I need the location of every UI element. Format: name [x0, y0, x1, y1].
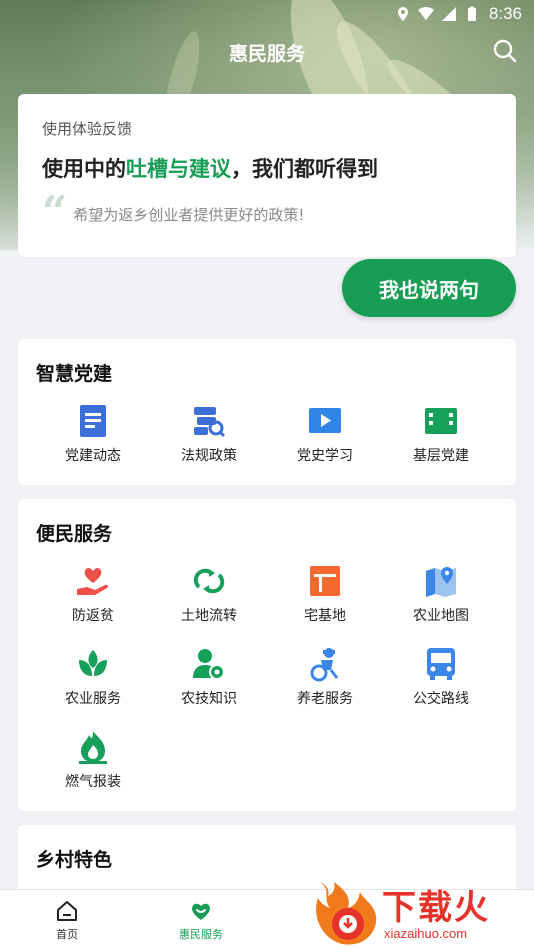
feedback-quote-text: 希望为返乡创业者提供更好的政策!: [73, 205, 305, 224]
signal-icon: [441, 7, 456, 21]
heart-service-icon: [192, 903, 210, 920]
tab-home[interactable]: 首页: [0, 890, 134, 950]
item-label: 养老服务: [297, 691, 353, 707]
feedback-quote: “ 希望为返乡创业者提供更好的政策!: [42, 187, 492, 238]
item-label: 农业服务: [65, 691, 121, 707]
quote-mark-icon: “: [42, 187, 68, 238]
sprout-icon: [79, 650, 107, 676]
headline-highlight: 吐槽与建议: [126, 157, 231, 181]
item-label: 党建动态: [65, 448, 121, 464]
building-icon: [425, 408, 457, 434]
item-label: 宅基地: [304, 608, 346, 624]
anti-poverty-item[interactable]: 防返贫: [35, 563, 151, 635]
agri-map-item[interactable]: 农业地图: [383, 563, 499, 635]
page-title: 惠民服务: [228, 42, 305, 65]
section-title-services: 便民服务: [36, 523, 113, 545]
party-building-section: 智慧党建 党建动态 法规政策 党史学习 基层党建: [18, 339, 516, 485]
elderly-icon: [310, 648, 339, 682]
watermark-url: xiazaihuo.com: [384, 926, 468, 941]
convenience-services-section: 便民服务 防返贫 土地流转 宅基地 农业地图 农业服务 农技知识 养老服务 公交…: [18, 499, 516, 811]
item-label: 公交路线: [413, 691, 469, 707]
headline-post: ，我们都听得到: [231, 157, 378, 181]
gas-install-item[interactable]: 燃气报装: [35, 729, 151, 801]
speak-button[interactable]: 我也说两句: [342, 259, 516, 317]
home-icon: [57, 901, 77, 921]
feedback-small-title: 使用体验反馈: [42, 120, 133, 138]
heart-hand-icon: [77, 567, 109, 595]
grassroots-party-item[interactable]: 基层党建: [383, 403, 499, 475]
status-time: 8:36: [488, 4, 522, 23]
law-search-icon: [194, 407, 226, 438]
transfer-icon: [193, 568, 225, 594]
video-play-icon: [309, 408, 341, 433]
item-label: 党史学习: [297, 448, 353, 464]
flame-logo-icon: [316, 882, 377, 945]
item-label: 法规政策: [181, 448, 237, 464]
bus-icon: [427, 648, 455, 680]
watermark-logo: 下载火 xiazaihuo.com: [312, 878, 534, 950]
headline-pre: 使用中的: [42, 157, 126, 181]
map-pin-icon: [426, 567, 456, 597]
feedback-headline: 使用中的吐槽与建议，我们都听得到: [42, 153, 492, 183]
gas-flame-icon: [79, 731, 107, 764]
section-title-party: 智慧党建: [36, 363, 113, 385]
status-bar: 8:36: [0, 0, 534, 28]
party-news-item[interactable]: 党建动态: [35, 403, 151, 475]
land-transfer-item[interactable]: 土地流转: [151, 563, 267, 635]
location-icon: [397, 7, 408, 21]
bus-route-item[interactable]: 公交路线: [383, 646, 499, 718]
item-label: 基层党建: [413, 448, 469, 464]
item-label: 燃气报装: [65, 774, 121, 790]
item-label: 土地流转: [181, 608, 237, 624]
watermark-text: 下载火: [382, 888, 490, 928]
party-history-item[interactable]: 党史学习: [267, 403, 383, 475]
elderly-care-item[interactable]: 养老服务: [267, 646, 383, 718]
agri-service-item[interactable]: 农业服务: [35, 646, 151, 718]
feedback-card: 使用体验反馈 使用中的吐槽与建议，我们都听得到 “ 希望为返乡创业者提供更好的政…: [18, 94, 516, 257]
tab-label: 惠民服务: [179, 928, 223, 941]
battery-icon: [467, 6, 476, 21]
item-label: 农技知识: [181, 691, 237, 707]
tab-services[interactable]: 惠民服务: [134, 890, 268, 950]
homestead-icon: [310, 566, 340, 596]
wifi-icon: [417, 6, 434, 21]
expert-icon: [193, 649, 225, 680]
homestead-item[interactable]: 宅基地: [267, 563, 383, 635]
agri-knowledge-item[interactable]: 农技知识: [151, 646, 267, 718]
item-label: 农业地图: [413, 608, 469, 624]
law-policy-item[interactable]: 法规政策: [151, 403, 267, 475]
item-label: 防返贫: [72, 608, 114, 624]
section-title-village: 乡村特色: [36, 849, 113, 871]
document-icon: [80, 405, 106, 437]
tab-label: 首页: [56, 928, 78, 941]
search-icon[interactable]: [492, 38, 518, 64]
